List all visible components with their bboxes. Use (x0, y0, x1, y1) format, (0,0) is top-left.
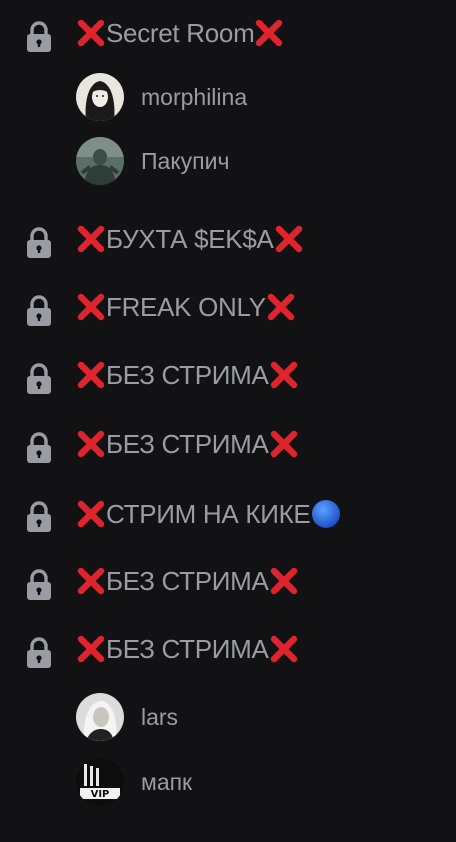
voice-channel[interactable]: БЕЗ СТРИМА (0, 350, 456, 400)
voice-user[interactable]: morphilina (0, 67, 456, 127)
channel-name: FREAK ONLY (106, 292, 266, 322)
lock-icon (26, 569, 52, 601)
channel-title: БЕЗ СТРИМА (76, 429, 299, 459)
lock-icon (26, 432, 52, 464)
avatar (76, 693, 124, 741)
voice-channel[interactable]: БЕЗ СТРИМА (0, 419, 456, 469)
channel-title: Secret Room (76, 18, 284, 48)
username: мапк (141, 769, 193, 795)
lock-icon (26, 501, 52, 533)
channel-title: FREAK ONLY (76, 292, 296, 322)
voice-channel[interactable]: СТРИМ НА КИКЕ (0, 488, 456, 538)
voice-channel[interactable]: БУХТА $EK$A (0, 214, 456, 264)
lock-icon (26, 637, 52, 669)
blue-circle-icon (310, 498, 342, 530)
voice-channel[interactable]: БЕЗ СТРИМА (0, 556, 456, 606)
x-mark-icon (76, 292, 106, 322)
x-mark-icon (76, 224, 106, 254)
username: Пакупич (141, 148, 230, 174)
avatar (76, 73, 124, 121)
avatar: VIP (76, 758, 124, 806)
channel-title: БЕЗ СТРИМА (76, 360, 299, 390)
voice-user[interactable]: Пакупич (0, 131, 456, 191)
voice-user[interactable]: VIP мапк (0, 752, 456, 812)
x-mark-icon (269, 634, 299, 664)
lock-icon (26, 295, 52, 327)
x-mark-icon (76, 499, 106, 529)
channel-title: БУХТА $EK$A (76, 224, 304, 254)
channel-title: БЕЗ СТРИМА (76, 566, 299, 596)
channel-name: БЕЗ СТРИМА (106, 429, 269, 459)
x-mark-icon (269, 429, 299, 459)
channel-name: БУХТА $EK$A (106, 224, 274, 254)
voice-channel[interactable]: БЕЗ СТРИМА (0, 624, 456, 674)
channel-title: СТРИМ НА КИКЕ (76, 498, 342, 530)
x-mark-icon (76, 566, 106, 596)
channel-name: Secret Room (106, 18, 255, 48)
channel-name: БЕЗ СТРИМА (106, 566, 269, 596)
lock-icon (26, 227, 52, 259)
channel-name: СТРИМ НА КИКЕ (106, 499, 311, 529)
voice-channel[interactable]: FREAK ONLY (0, 282, 456, 332)
channel-title: БЕЗ СТРИМА (76, 634, 299, 664)
avatar (76, 137, 124, 185)
svg-text:VIP: VIP (91, 789, 110, 800)
x-mark-icon (76, 18, 106, 48)
channel-name: БЕЗ СТРИМА (106, 360, 269, 390)
voice-user[interactable]: lars (0, 687, 456, 747)
username: morphilina (141, 84, 248, 110)
x-mark-icon (76, 634, 106, 664)
lock-icon (26, 363, 52, 395)
username: lars (141, 704, 179, 730)
channel-name: БЕЗ СТРИМА (106, 634, 269, 664)
x-mark-icon (254, 18, 284, 48)
x-mark-icon (76, 360, 106, 390)
x-mark-icon (269, 360, 299, 390)
voice-channel-secret-room[interactable]: Secret Room (0, 8, 456, 58)
x-mark-icon (76, 429, 106, 459)
x-mark-icon (266, 292, 296, 322)
lock-icon (26, 21, 52, 53)
x-mark-icon (274, 224, 304, 254)
x-mark-icon (269, 566, 299, 596)
